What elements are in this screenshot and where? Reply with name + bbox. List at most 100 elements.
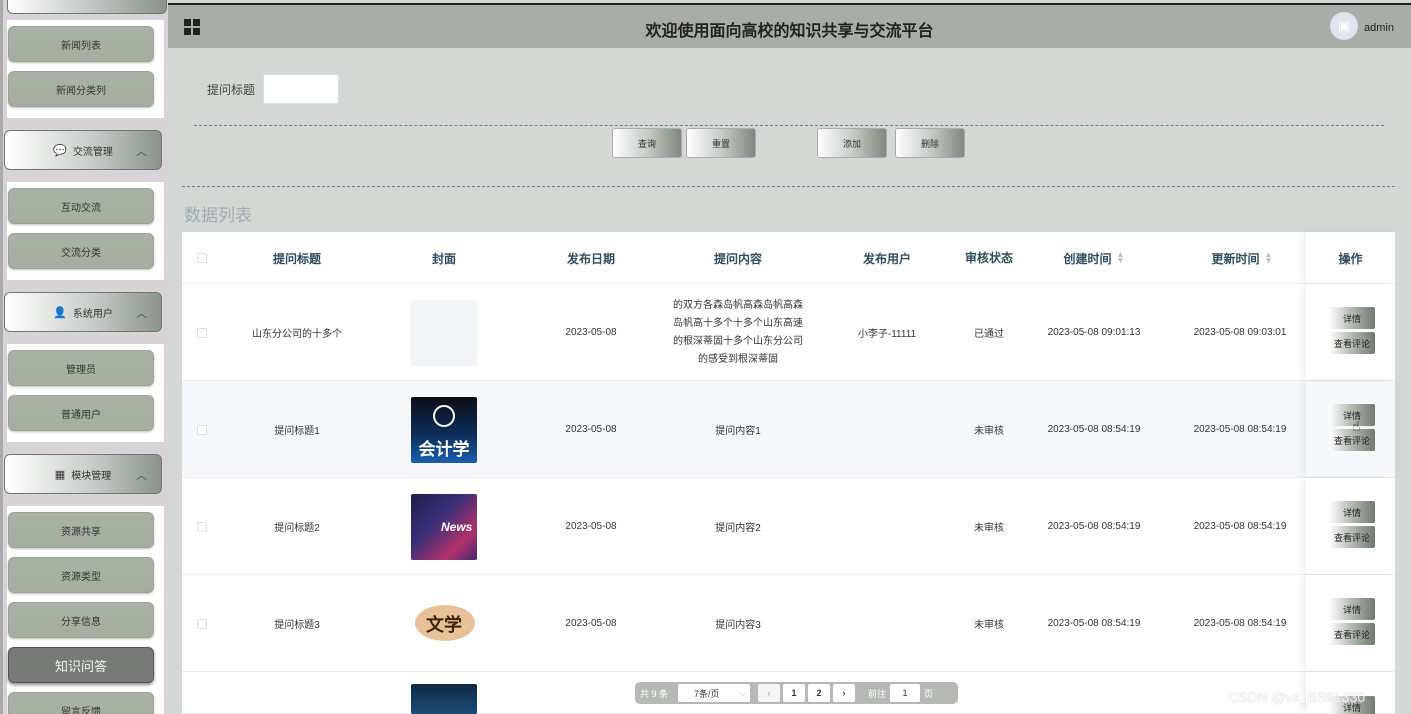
divider [182, 186, 1395, 187]
cell-date: 2023-05-08 [565, 424, 617, 435]
delete-button[interactable]: 删除 [895, 128, 965, 158]
cell-date: 2023-05-08 [565, 618, 617, 629]
top-bar: 欢迎使用面向高校的知识共享与交流平台 ▣ admin [168, 3, 1411, 48]
sidebar-item-admin[interactable]: 管理员 [8, 350, 154, 386]
view-comments-button[interactable]: 查看评论 [1329, 332, 1375, 354]
cell-status: 已通过 [974, 329, 1004, 340]
row-checkbox[interactable] [196, 284, 208, 381]
sort-icon[interactable]: ▲ ▼ [1117, 251, 1125, 265]
grid-icon: ▦ [54, 468, 66, 481]
cover-image: News [411, 493, 477, 560]
reset-button[interactable]: 重置 [686, 128, 756, 158]
cell-actions: 详情 查看评论 [1306, 284, 1395, 380]
detail-button[interactable]: 详情 [1329, 501, 1375, 523]
sidebar-group-communication: 互动交流 交流分类 [7, 182, 164, 280]
view-comments-button[interactable]: 查看评论 [1329, 623, 1375, 645]
page-unit-label: 页 [924, 688, 934, 699]
chevron-right-icon: › [842, 688, 846, 698]
row-checkbox[interactable] [196, 478, 208, 575]
goto-label: 前往 [868, 688, 887, 699]
sidebar-header-system-users[interactable]: 👤 系统用户 ︿ [4, 292, 162, 332]
row-checkbox[interactable] [196, 381, 208, 478]
sidebar-item-news-list[interactable]: 新闻列表 [8, 26, 154, 62]
cell-updated: 2023-05-08 09:03:01 [1193, 327, 1287, 338]
sidebar-item-feedback[interactable]: 留言反馈 [8, 692, 154, 714]
detail-button[interactable]: 详情 [1329, 598, 1375, 620]
sidebar-item-share-info[interactable]: 分享信息 [8, 602, 154, 638]
select-all-checkbox[interactable] [196, 232, 208, 284]
cover-image: 文学 [411, 590, 477, 657]
cover-image: 会计学 [411, 396, 477, 463]
cell-cover: 会计学 [410, 381, 478, 478]
row-checkbox[interactable] [196, 575, 208, 672]
sidebar-header-communication[interactable]: 💬 交流管理 ︿ [4, 130, 162, 170]
page-button-1[interactable]: 1 [783, 684, 805, 702]
page-button-2[interactable]: 2 [808, 684, 830, 702]
cell-cover: News [410, 478, 478, 575]
add-button[interactable]: 添加 [817, 128, 887, 158]
sidebar: 新闻列表 新闻分类列 💬 交流管理 ︿ 互动交流 交流分类 👤 系统用户 ︿ 管… [0, 0, 168, 714]
table-header: 提问标题 封面 发布日期 提问内容 发布用户 审核状态 创建时间 ▲ ▼ 更新时间 ▲… [182, 232, 1395, 284]
username[interactable]: admin [1364, 22, 1394, 34]
header-title: 提问标题 [272, 251, 321, 266]
sidebar-group-system-users: 管理员 普通用户 [7, 344, 164, 442]
cell-user [837, 478, 937, 575]
sidebar-item-resource-type[interactable]: 资源类型 [8, 557, 154, 593]
avatar[interactable]: ▣ [1330, 12, 1358, 40]
table-row: 山东分公司的十多个 2023-05-08 的双方各森岛帆高森岛帆高森岛帆高十多个… [182, 284, 1395, 381]
image-icon: ▣ [1337, 18, 1351, 33]
cell-user [837, 575, 937, 672]
cell-created: 2023-05-08 08:54:19 [1047, 521, 1141, 532]
goto-page-input[interactable]: 1 [890, 684, 921, 702]
sidebar-item-normal-user[interactable]: 普通用户 [8, 395, 154, 431]
chevron-up-icon: ︿ [136, 146, 147, 158]
prev-page-button[interactable]: ‹ [758, 684, 780, 702]
cell-actions: 详情 查看评论 [1306, 478, 1395, 574]
cell-content: 提问内容1 [715, 426, 761, 437]
data-table: 提问标题 封面 发布日期 提问内容 发布用户 审核状态 创建时间 ▲ ▼ 更新时间 ▲… [182, 232, 1395, 714]
cover-text: 文学 [426, 614, 462, 635]
cell-title: 提问标题3 [274, 620, 320, 631]
header-content: 提问内容 [713, 251, 762, 266]
header-created-label: 创建时间 [1063, 251, 1112, 266]
sidebar-item-resource-share[interactable]: 资源共享 [8, 512, 154, 548]
cell-actions: 详情 查看评论 [1306, 575, 1395, 671]
sidebar-header-label: 模块管理 [71, 470, 112, 482]
chevron-up-icon: ︿ [136, 470, 147, 482]
cell-created: 2023-05-08 08:54:19 [1047, 424, 1141, 435]
sort-icon[interactable]: ▲ ▼ [1265, 251, 1273, 265]
page-title: 欢迎使用面向高校的知识共享与交流平台 [645, 23, 934, 40]
cell-updated: 2023-05-08 08:54:19 [1193, 618, 1287, 629]
logo-icon [433, 404, 455, 427]
sidebar-item-knowledge-qa[interactable]: 知识问答 [8, 647, 154, 683]
cell-updated: 2023-05-08 08:54:19 [1193, 424, 1287, 435]
sidebar-item-news-category[interactable]: 新闻分类列 [8, 71, 154, 107]
search-title-input[interactable] [263, 74, 339, 104]
header-updated[interactable]: 更新时间 ▲ ▼ [1190, 232, 1294, 284]
cell-content: 提问内容2 [715, 523, 761, 534]
header-date: 发布日期 [566, 251, 615, 266]
sidebar-item-interaction[interactable]: 互动交流 [8, 188, 154, 224]
cover-image [411, 299, 477, 366]
chevron-up-icon: ︿ [136, 308, 147, 320]
page-size-select[interactable]: 7条/页 ⌵ [678, 684, 750, 702]
detail-button[interactable]: 详情 [1329, 307, 1375, 329]
watermark: CSDN @vx_BS81330 [1228, 689, 1366, 705]
sidebar-header-collapsed[interactable] [7, 0, 167, 14]
cover-text: News [441, 519, 473, 534]
sidebar-item-communication-category[interactable]: 交流分类 [8, 233, 154, 269]
header-cover: 封面 [431, 251, 456, 266]
table-row: 提问标题1 会计学 2023-05-08 提问内容1 未审核 2023-05-0… [182, 381, 1395, 478]
cell-status: 未审核 [974, 523, 1004, 534]
next-page-button[interactable]: › [833, 684, 855, 702]
header-created[interactable]: 创建时间 ▲ ▼ [1044, 232, 1144, 284]
pagination: 共 9 条 7条/页 ⌵ ‹ 1 2 › 前往 1 页 [635, 682, 958, 704]
query-button[interactable]: 查询 [612, 128, 682, 158]
cover-text: 会计学 [418, 439, 470, 459]
header-status: 审核状态 [965, 250, 1014, 265]
view-comments-button[interactable]: 查看评论 [1329, 526, 1375, 548]
pointer-cursor-icon: ☝ [1352, 418, 1361, 434]
cell-actions: 详情 查看评论 [1306, 381, 1395, 477]
sidebar-header-modules[interactable]: ▦ 模块管理 ︿ [4, 454, 162, 494]
page-size-value: 7条/页 [694, 688, 720, 699]
